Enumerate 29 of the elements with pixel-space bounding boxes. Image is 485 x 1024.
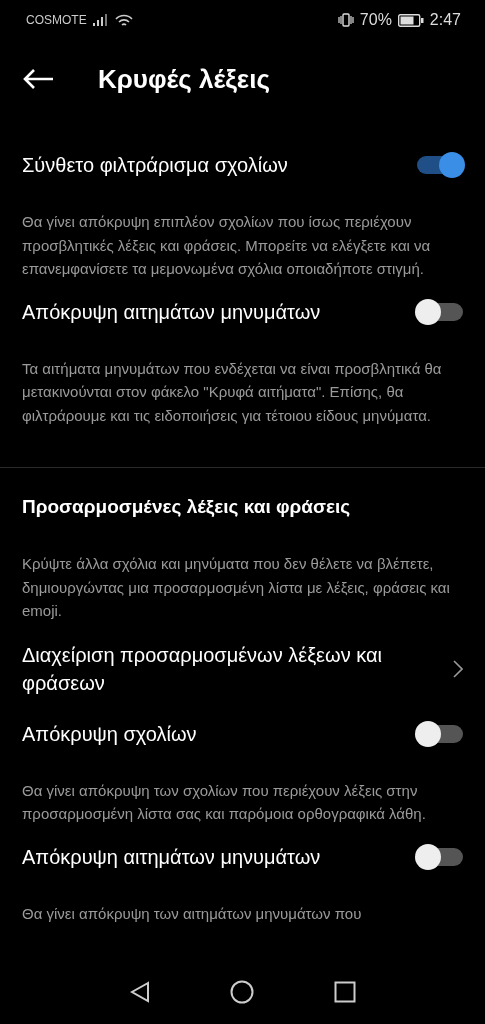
setting-description: Τα αιτήματα μηνυμάτων που ενδέχεται να είναι προσβλητικά θα μετακινούνται στον φάκελο "Κρυφά αιτήματα". Επίσης, θα φιλτράρουμε και τις ειδοποιήσεις για τέτοιου είδους μηνύματα. [21, 358, 443, 426]
toggle-switch[interactable] [417, 152, 463, 178]
wifi-icon [114, 13, 133, 27]
recents-nav-button[interactable] [333, 981, 356, 1003]
setting-description: Θα γίνει απόκρυψη επιπλέον σχολίων που ίσως περιέχουν προσβλητικές λέξεις και φράσεις. Μπορείτε να ελέγξετε και να επανεμφανίσετε τα μεμονωμένα σχόλια οποιαδήποτε στιγμή. [21, 212, 432, 279]
signal-icon [92, 14, 109, 26]
page-title: Κρυφές λέξεις [98, 63, 270, 95]
section-heading: Προσαρμοσμένες λέξεις και φράσεις [22, 495, 352, 519]
setting-label: Σύνθετο φιλτράρισμα σχολίων [22, 153, 289, 178]
battery-percent: 70% [359, 11, 392, 29]
back-nav-button[interactable] [129, 981, 150, 1003]
back-arrow-icon [22, 68, 54, 90]
carrier-name: COSMOTE [26, 13, 87, 27]
setting-label: Απόκρυψη σχολίων [22, 721, 198, 747]
vibrate-icon [337, 13, 354, 27]
toggle-switch[interactable] [417, 720, 463, 747]
setting-description: Κρύψτε άλλα σχόλια και μηνύματα που δεν θέλετε να βλέπετε, δημιουργώντας μια προσαρμοσμένη λίστα με λέξεις, φράσεις και emoji. [21, 554, 451, 621]
chevron-right-icon [453, 659, 463, 678]
clock-time: 2:47 [429, 11, 461, 29]
setting-label: Απόκρυψη αιτημάτων μηνυμάτων [22, 299, 322, 325]
manage-words-item[interactable]: Διαχείριση προσαρμοσμένων λέξεων και φράσεων [0, 628, 485, 709]
setting-label: Απόκρυψη αιτημάτων μηνυμάτων [22, 844, 322, 870]
setting-description: Θα γίνει απόκρυψη των σχολίων που περιέχουν λέξεις στην προσαρμοσμένη λίστα σας και παρόμοια ορθογραφικά λάθη. [21, 780, 427, 824]
toggle-switch[interactable] [417, 298, 463, 325]
battery-icon [397, 13, 424, 27]
toggle-switch[interactable] [417, 843, 463, 870]
home-nav-button[interactable] [229, 980, 254, 1004]
setting-description: Θα γίνει απόκρυψη των αιτημάτων μηνυμάτων που [21, 903, 363, 924]
back-button[interactable] [22, 68, 54, 90]
